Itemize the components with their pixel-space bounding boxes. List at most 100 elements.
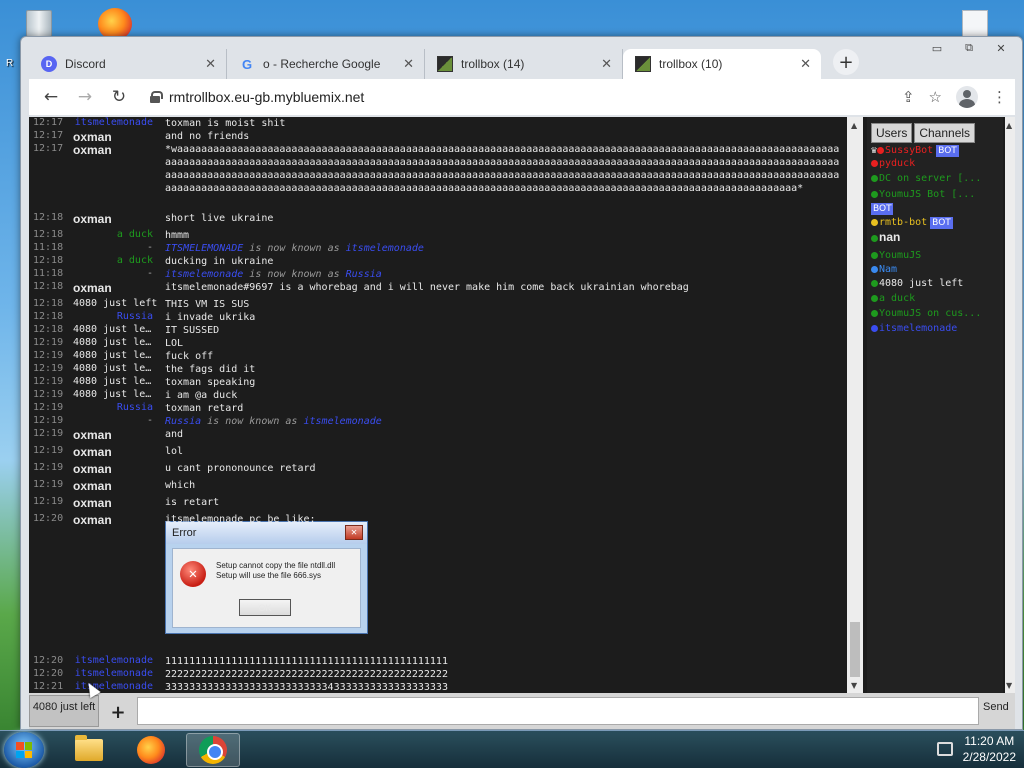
message-nick[interactable]: a duck — [43, 255, 153, 266]
back-button[interactable]: ← — [37, 83, 65, 111]
message-nick[interactable]: 4080 just le… — [73, 363, 157, 374]
user-list-item[interactable]: YoumuJS on cus... — [871, 307, 981, 320]
tab-channels[interactable]: Channels — [914, 123, 976, 143]
chat-message: 12:18 oxman short live ukraine — [29, 212, 847, 226]
message-nick[interactable]: oxman — [73, 212, 153, 226]
network-icon[interactable] — [936, 742, 953, 756]
error-dialog-message: Setup cannot copy the file ntdll.dll Set… — [216, 561, 335, 581]
user-list-item[interactable]: rmtb-bot BOT — [871, 216, 953, 229]
message-nick[interactable]: Russia — [43, 311, 153, 322]
user-list-item[interactable]: YoumuJS Bot [... BOT — [871, 188, 975, 215]
tab-trollbox-10[interactable]: trollbox (10) ✕ — [623, 49, 821, 79]
message-nick[interactable]: oxman — [73, 143, 153, 157]
attach-plus-button[interactable]: + — [105, 699, 131, 725]
message-nick[interactable]: 4080 just le… — [73, 389, 157, 400]
maximize-button[interactable]: ⧉ — [954, 39, 984, 57]
share-icon[interactable]: ⇪ — [902, 88, 915, 106]
message-input[interactable] — [137, 697, 979, 725]
desktop-icon-label: R — [6, 58, 14, 69]
message-nick[interactable]: oxman — [73, 513, 153, 527]
users-scrollbar[interactable]: ▲ ▼ — [1005, 117, 1015, 693]
clock[interactable]: 11:20 AM 2/28/2022 — [963, 733, 1016, 765]
send-button[interactable]: Send — [983, 701, 1009, 713]
message-nick[interactable]: oxman — [73, 428, 153, 442]
status-dot-icon — [871, 251, 878, 259]
user-list-item[interactable]: Nam — [871, 263, 897, 276]
user-list-item[interactable]: itsmelemonade — [871, 322, 957, 335]
firefox-desktop-icon[interactable] — [94, 6, 140, 40]
chat-message: 11:18- ITSMELEMONADE is now known as itsm… — [29, 242, 847, 255]
message-nick[interactable]: 4080 just le… — [73, 376, 157, 387]
minimize-button[interactable]: ▭ — [922, 39, 952, 57]
user-name: YoumuJS on cus... — [879, 308, 982, 319]
start-button[interactable] — [4, 732, 44, 768]
chat-message: 12:20 itsmelemonade 2222222222222222222222… — [29, 668, 847, 681]
chat-log[interactable]: Error ✕ ✕ Setup cannot copy the file ntd… — [29, 117, 847, 693]
message-nick[interactable]: a duck — [43, 229, 153, 240]
message-nick[interactable]: itsmelemonade — [43, 668, 153, 679]
user-list-item[interactable]: nan — [871, 231, 900, 244]
close-tab-icon[interactable]: ✕ — [403, 56, 414, 72]
user-list-item[interactable]: 4080 just left — [871, 277, 963, 290]
message-nick[interactable]: oxman — [73, 281, 153, 295]
taskbar-explorer[interactable] — [62, 733, 116, 767]
scroll-down-arrow-icon[interactable]: ▼ — [851, 681, 857, 690]
scrollbar-thumb[interactable] — [850, 622, 860, 677]
lock-icon[interactable] — [149, 91, 163, 103]
message-nick[interactable]: - — [43, 415, 153, 426]
scroll-up-arrow-icon[interactable]: ▲ — [1006, 121, 1012, 130]
tab-trollbox-14[interactable]: trollbox (14) ✕ — [425, 49, 623, 79]
message-nick[interactable]: oxman — [73, 479, 153, 493]
user-list-item[interactable]: ♛ SussyBot BOT — [871, 144, 959, 157]
tab-google-search[interactable]: G o - Recherche Google ✕ — [227, 49, 425, 79]
message-nick[interactable]: 4080 just le… — [73, 324, 157, 335]
url-text[interactable]: rmtrollbox.eu-gb.mybluemix.net — [169, 89, 364, 105]
chat-scrollbar[interactable]: ▲ ▼ — [847, 117, 863, 693]
close-tab-icon[interactable]: ✕ — [205, 56, 216, 72]
system-nick: itsmelemonade — [345, 243, 424, 254]
system-text: is now known as — [201, 416, 304, 427]
close-window-button[interactable]: ✕ — [986, 39, 1016, 57]
forward-button[interactable]: → — [71, 83, 99, 111]
close-tab-icon[interactable]: ✕ — [800, 56, 811, 72]
message-text: hmmm — [165, 230, 190, 241]
address-bar[interactable]: rmtrollbox.eu-gb.mybluemix.net — [149, 89, 902, 105]
message-nick[interactable]: 4080 just le… — [73, 337, 157, 348]
chat-message: 12:18 Russia i invade ukrika — [29, 311, 847, 324]
chat-message: 12:17 itsmelemonade toxman is moist shit — [29, 117, 847, 130]
message-nick[interactable]: 4080 just le… — [73, 350, 157, 361]
user-list-item[interactable]: a duck — [871, 292, 915, 305]
user-name: a duck — [879, 293, 916, 304]
message-nick[interactable]: oxman — [73, 130, 153, 144]
user-list-item[interactable]: YoumuJS — [871, 249, 921, 262]
taskbar-firefox[interactable] — [124, 733, 178, 767]
message-nick[interactable]: itsmelemonade — [43, 117, 153, 128]
tab-users[interactable]: Users — [871, 123, 913, 143]
message-nick[interactable]: 4080 just left — [73, 298, 157, 309]
new-tab-button[interactable]: + — [833, 49, 859, 75]
message-text: ITSMELEMONADE is now known as itsmelemon… — [165, 242, 841, 255]
menu-kebab-icon[interactable]: ⋮ — [992, 88, 1007, 106]
bot-badge: BOT — [936, 145, 959, 157]
reload-button[interactable]: ↻ — [105, 83, 133, 111]
message-text: *waaaaaaaaaaaaaaaaaaaaaaaaaaaaaaaaaaaaaa… — [165, 144, 840, 194]
tab-discord[interactable]: D Discord ✕ — [29, 49, 227, 79]
message-nick[interactable]: oxman — [73, 445, 153, 459]
system-text: is now known as — [243, 243, 346, 254]
message-nick[interactable]: - — [43, 268, 153, 279]
bookmark-star-icon[interactable]: ☆ — [929, 88, 942, 106]
message-nick[interactable]: itsmelemonade — [43, 655, 153, 666]
message-nick[interactable]: oxman — [73, 462, 153, 476]
nickname-box[interactable]: 4080 just left — [29, 695, 99, 727]
user-list-item[interactable]: DC on server [... — [871, 172, 981, 185]
input-bar: 4080 just left + Send — [29, 693, 1015, 729]
user-list-item[interactable]: pyduck — [871, 157, 915, 170]
scroll-up-arrow-icon[interactable]: ▲ — [851, 121, 857, 130]
scroll-down-arrow-icon[interactable]: ▼ — [1006, 681, 1012, 690]
message-nick[interactable]: oxman — [73, 496, 153, 510]
profile-icon[interactable] — [956, 86, 978, 108]
taskbar-chrome[interactable] — [186, 733, 240, 767]
close-tab-icon[interactable]: ✕ — [601, 56, 612, 72]
message-nick[interactable]: - — [43, 242, 153, 253]
message-nick[interactable]: Russia — [43, 402, 153, 413]
